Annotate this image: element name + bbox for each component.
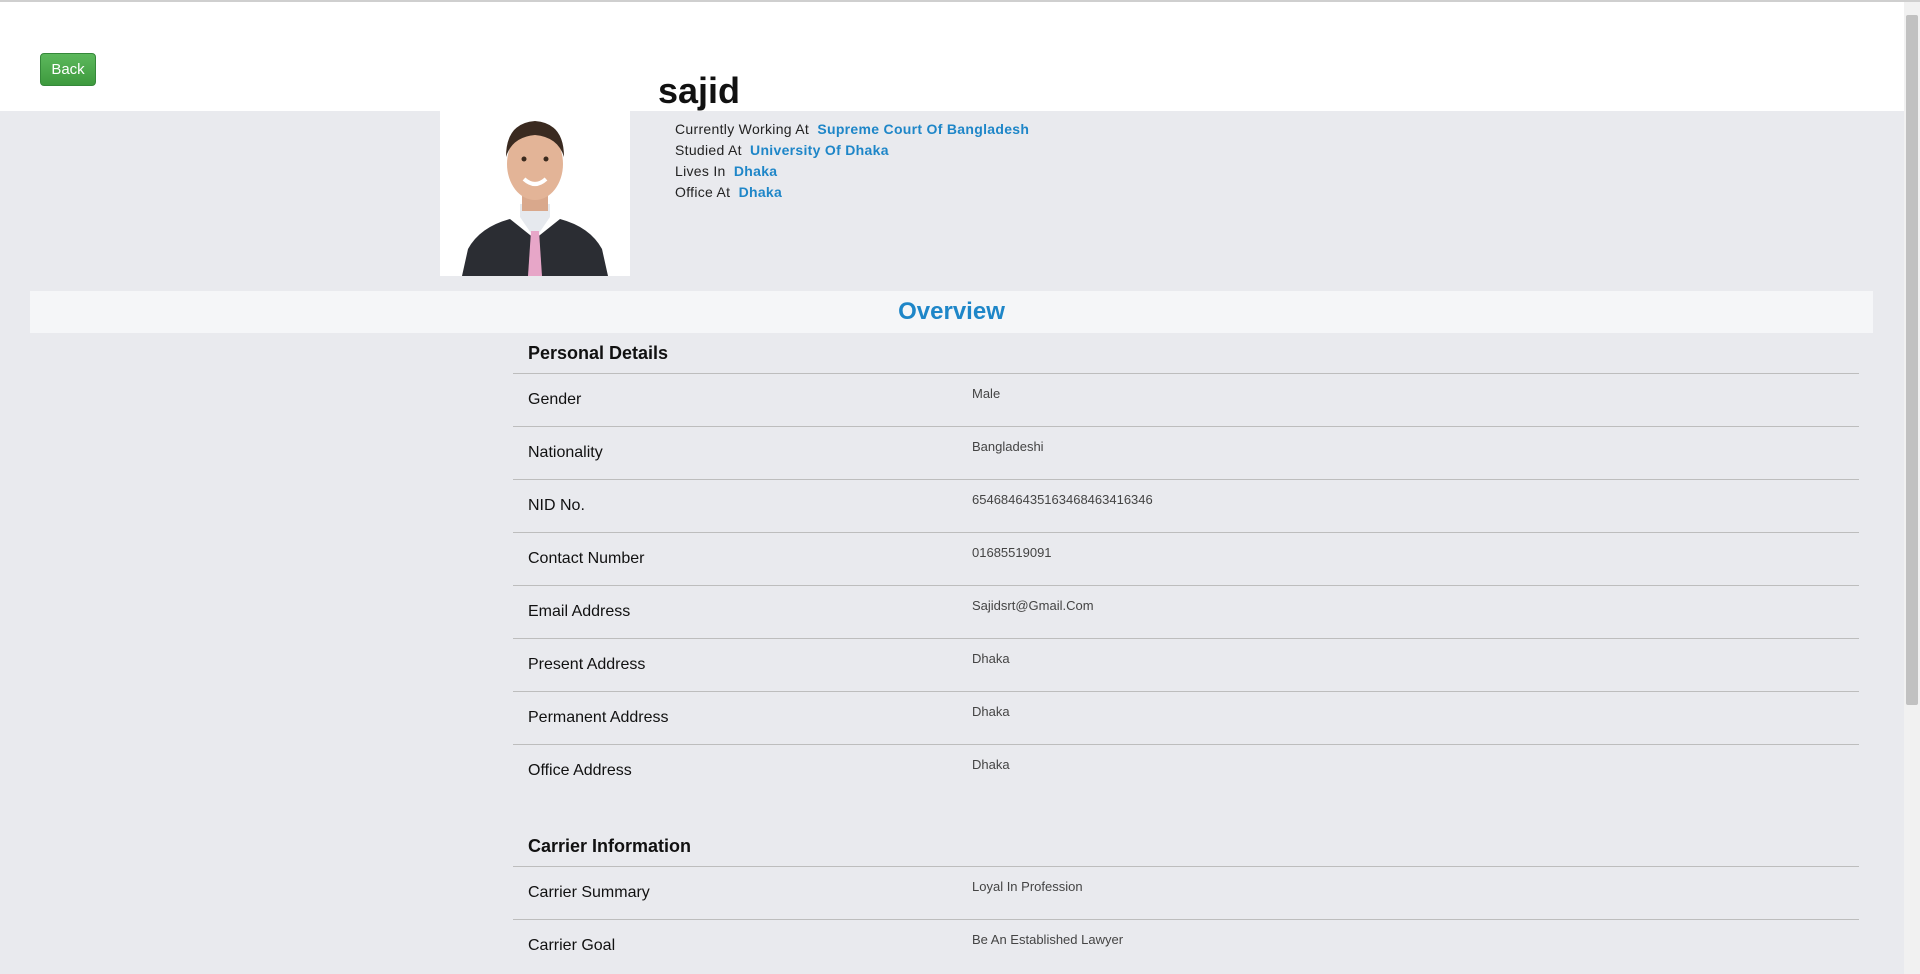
row-label: Contact Number: [528, 550, 645, 567]
detail-row-contact: Contact Number 01685519091: [513, 533, 1859, 586]
row-label: Gender: [528, 391, 582, 408]
info-link-workplace[interactable]: Supreme Court Of Bangladesh: [817, 121, 1029, 137]
row-label: Nationality: [528, 444, 603, 461]
row-label: Permanent Address: [528, 709, 669, 726]
row-value: Bangladeshi: [972, 439, 1044, 454]
info-label: Office At: [675, 184, 731, 200]
info-label: Currently Working At: [675, 121, 810, 137]
detail-row-present-address: Present Address Dhaka: [513, 639, 1859, 692]
row-label: NID No.: [528, 497, 585, 514]
detail-row-office-address: Office Address Dhaka: [513, 745, 1859, 797]
info-label: Lives In: [675, 163, 726, 179]
profile-name: sajid: [658, 70, 741, 111]
row-value: Dhaka: [972, 757, 1010, 772]
row-value: Dhaka: [972, 704, 1010, 719]
info-lives-in: Lives In Dhaka: [675, 162, 777, 180]
carrier-information-section: Carrier Information Carrier Summary Loya…: [513, 826, 1859, 972]
back-button[interactable]: Back: [40, 53, 96, 86]
detail-row-nid: NID No. 654684643516346846341634‌6: [513, 480, 1859, 533]
detail-row-permanent-address: Permanent Address Dhaka: [513, 692, 1859, 745]
row-value: Sajidsrt@Gmail.Com: [972, 598, 1094, 613]
row-label: Present Address: [528, 656, 646, 673]
detail-row-carrier-summary: Carrier Summary Loyal In Profession: [513, 867, 1859, 920]
row-value: 654684643516346846341634‌6: [972, 492, 1153, 507]
row-value: Be An Established Lawyer: [972, 932, 1124, 947]
info-currently-working: Currently Working At Supreme Court Of Ba…: [675, 120, 1029, 138]
info-office: Office At Dhaka: [675, 183, 782, 201]
info-label: Studied At: [675, 142, 742, 158]
row-label: Carrier Summary: [528, 884, 650, 901]
row-value: Male: [972, 386, 1001, 401]
section-title: Carrier Information: [513, 826, 1859, 867]
detail-row-gender: Gender Male: [513, 374, 1859, 427]
info-link-city[interactable]: Dhaka: [734, 163, 778, 179]
info-studied: Studied At University Of Dhaka: [675, 141, 889, 159]
scrollbar-thumb[interactable]: [1906, 15, 1918, 705]
overview-heading: Overview: [30, 291, 1873, 333]
info-link-office[interactable]: Dhaka: [739, 184, 783, 200]
row-label: Email Address: [528, 603, 631, 620]
detail-row-nationality: Nationality Bangladeshi: [513, 427, 1859, 480]
profile-photo: [440, 99, 630, 276]
row-value: Dhaka: [972, 651, 1010, 666]
row-value: 01685519091: [972, 545, 1052, 560]
row-label: Office Address: [528, 762, 632, 779]
row-label: Carrier Goal: [528, 937, 616, 954]
detail-row-email: Email Address Sajidsrt@Gmail.Com: [513, 586, 1859, 639]
section-title: Personal Details: [513, 333, 1859, 374]
detail-row-carrier-goal: Carrier Goal Be An Established Lawyer: [513, 920, 1859, 972]
header-band: [0, 2, 1904, 111]
info-link-university[interactable]: University Of Dhaka: [750, 142, 889, 158]
row-value: Loyal In Profession: [972, 879, 1083, 894]
personal-details-section: Personal Details Gender Male Nationality…: [513, 333, 1859, 797]
